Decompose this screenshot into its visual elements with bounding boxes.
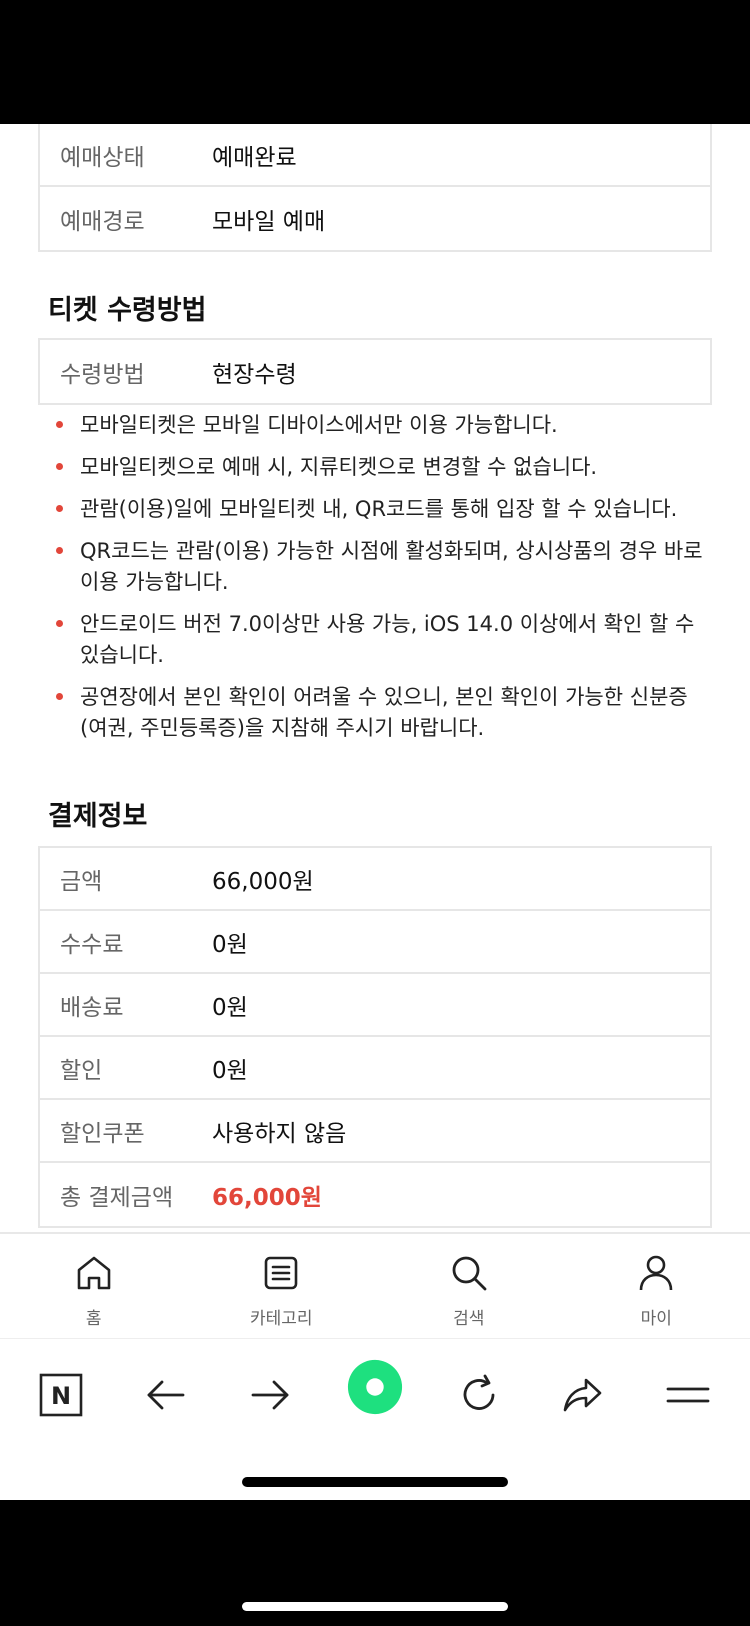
row-label: 예매경로 [60,208,145,235]
nav-item-home[interactable]: 홈 [0,1234,188,1338]
menu-icon [666,1387,710,1403]
nav-item-search[interactable]: 검색 [375,1234,563,1338]
row-label: 배송료 [60,994,124,1021]
share-button[interactable] [553,1367,613,1423]
note-item: 모바일티켓은 모바일 디바이스에서만 이용 가능합니다. [54,410,714,441]
payment-coupon-row: 할인쿠폰 사용하지 않음 [40,1100,710,1163]
bullet-icon [56,463,63,470]
booking-info-table: 예매상태 예매완료 예매경로 모바일 예매 [38,124,712,252]
nav-item-my[interactable]: 마이 [563,1234,750,1338]
row-label: 할인쿠폰 [60,1120,145,1147]
nav-item-category[interactable]: 카테고리 [188,1234,376,1338]
row-value: 0원 [212,994,248,1021]
naver-logo-icon: N [39,1373,83,1417]
home-indicator-bar [242,1602,508,1611]
bullet-icon [56,693,63,700]
browser-toolbar: N [0,1338,750,1500]
row-label: 예매상태 [60,144,145,171]
nav-label: 마이 [640,1309,672,1329]
row-label: 수령방법 [60,361,145,388]
total-amount-value: 66,000원 [212,1184,322,1211]
payment-total-row: 총 결제금액 66,000원 [40,1163,710,1226]
naver-home-button[interactable]: N [31,1367,91,1423]
arrow-left-icon [147,1380,185,1410]
note-text: 안드로이드 버전 7.0이상만 사용 가능, iOS 14.0 이상에서 확인 … [80,612,695,667]
bottom-black-area [0,1500,750,1626]
note-text: 모바일티켓은 모바일 디바이스에서만 이용 가능합니다. [80,413,558,437]
bullet-icon [56,547,63,554]
row-label: 총 결제금액 [60,1184,174,1211]
note-item: 모바일티켓으로 예매 시, 지류티켓으로 변경할 수 없습니다. [54,452,714,483]
home-indicator [242,1477,508,1487]
green-dot-icon [347,1359,403,1415]
row-value: 0원 [212,931,248,958]
row-value: 모바일 예매 [212,208,326,235]
bottom-navigation: 홈 카테고리 검색 마이 [0,1232,750,1338]
payment-info-table: 금액 66,000원 수수료 0원 배송료 0원 할인 0원 할인쿠폰 사용하지… [38,846,712,1228]
note-text: 모바일티켓으로 예매 시, 지류티켓으로 변경할 수 없습니다. [80,455,598,479]
payment-fee-row: 수수료 0원 [40,911,710,974]
row-value: 현장수령 [212,361,297,388]
row-label: 금액 [60,868,103,895]
forward-button[interactable] [240,1367,300,1423]
search-icon [452,1256,487,1291]
row-value: 사용하지 않음 [212,1120,347,1147]
menu-button[interactable] [658,1367,718,1423]
note-item: 공연장에서 본인 확인이 어려울 수 있으니, 본인 확인이 가능한 신분증(여… [54,682,714,744]
nav-label: 홈 [85,1309,102,1329]
row-value: 66,000원 [212,868,314,895]
bullet-icon [56,620,63,627]
nav-label: 검색 [453,1309,485,1329]
payment-shipping-row: 배송료 0원 [40,974,710,1037]
ticket-receipt-table: 수령방법 현장수령 [38,338,712,405]
arrow-right-icon [251,1380,289,1410]
booking-status-row: 예매상태 예매완료 [40,124,710,187]
row-value: 예매완료 [212,144,297,171]
category-icon [264,1256,298,1290]
bullet-icon [56,505,63,512]
receipt-method-row: 수령방법 현장수령 [40,340,710,403]
payment-section-title: 결제정보 [48,801,148,832]
row-label: 수수료 [60,931,124,958]
refresh-icon [463,1374,495,1410]
back-button[interactable] [136,1367,196,1423]
note-item: QR코드는 관람(이용) 가능한 시점에 활성화되며, 상시상품의 경우 바로 … [54,536,714,598]
home-icon [77,1256,111,1290]
row-label: 할인 [60,1057,103,1084]
note-text: QR코드는 관람(이용) 가능한 시점에 활성화되며, 상시상품의 경우 바로 … [80,539,703,594]
note-item: 안드로이드 버전 7.0이상만 사용 가능, iOS 14.0 이상에서 확인 … [54,609,714,671]
booking-route-row: 예매경로 모바일 예매 [40,187,710,250]
refresh-button[interactable] [449,1367,509,1423]
payment-discount-row: 할인 0원 [40,1037,710,1100]
ticket-notes-list: 모바일티켓은 모바일 디바이스에서만 이용 가능합니다. 모바일티켓으로 예매 … [54,410,714,755]
row-value: 0원 [212,1057,248,1084]
ticket-section-title: 티켓 수령방법 [48,295,207,326]
note-text: 관람(이용)일에 모바일티켓 내, QR코드를 통해 입장 할 수 있습니다. [80,497,678,521]
top-black-area [0,0,750,124]
share-arrow-icon [563,1378,602,1412]
payment-amount-row: 금액 66,000원 [40,848,710,911]
bullet-icon [56,421,63,428]
note-item: 관람(이용)일에 모바일티켓 내, QR코드를 통해 입장 할 수 있습니다. [54,494,714,525]
person-icon [639,1255,673,1291]
svg-text:N: N [51,1382,71,1410]
note-text: 공연장에서 본인 확인이 어려울 수 있으니, 본인 확인이 가능한 신분증(여… [80,685,688,740]
nav-label: 카테고리 [249,1309,313,1329]
green-dot-button[interactable] [345,1357,405,1417]
